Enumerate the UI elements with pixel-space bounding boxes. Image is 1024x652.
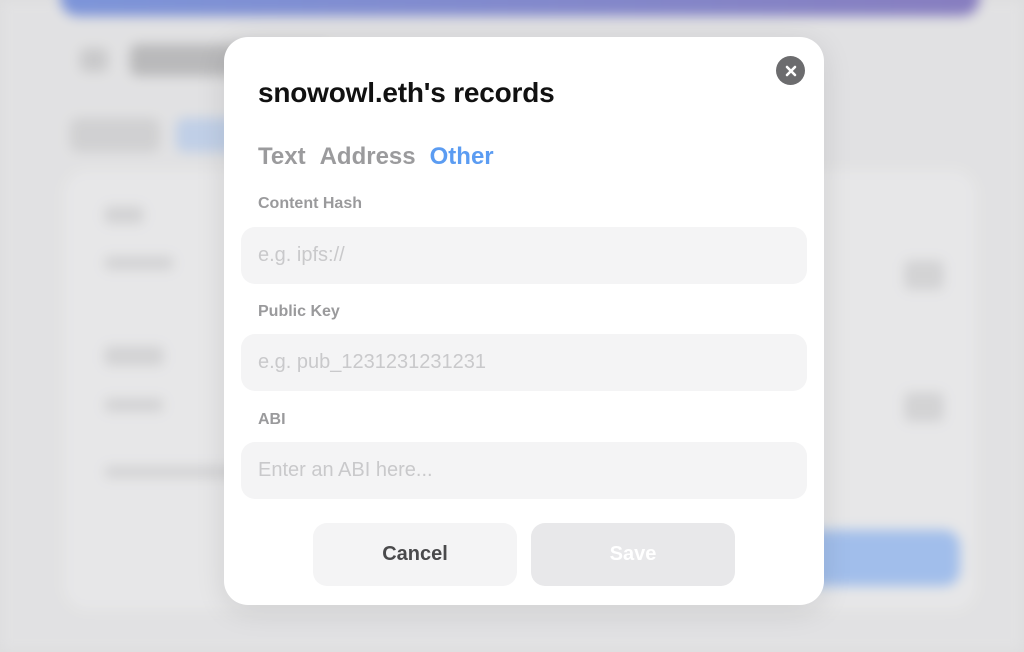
public-key-label: Public Key	[258, 303, 340, 320]
tab-text[interactable]: Text	[258, 143, 306, 171]
abi-input[interactable]	[241, 442, 807, 499]
close-button[interactable]	[776, 56, 805, 85]
modal-title: snowowl.eth's records	[258, 77, 555, 108]
cancel-button[interactable]: Cancel	[313, 523, 517, 586]
records-modal: snowowl.eth's records Text Address Other…	[224, 37, 824, 605]
abi-label: ABI	[258, 411, 286, 428]
tab-address[interactable]: Address	[320, 143, 416, 171]
content-hash-label: Content Hash	[258, 195, 362, 212]
tab-other[interactable]: Other	[430, 143, 494, 171]
save-button[interactable]: Save	[531, 523, 735, 586]
close-icon	[785, 65, 796, 76]
public-key-input[interactable]	[241, 334, 807, 391]
record-type-tabs: Text Address Other	[258, 143, 494, 171]
content-hash-input[interactable]	[241, 227, 807, 284]
